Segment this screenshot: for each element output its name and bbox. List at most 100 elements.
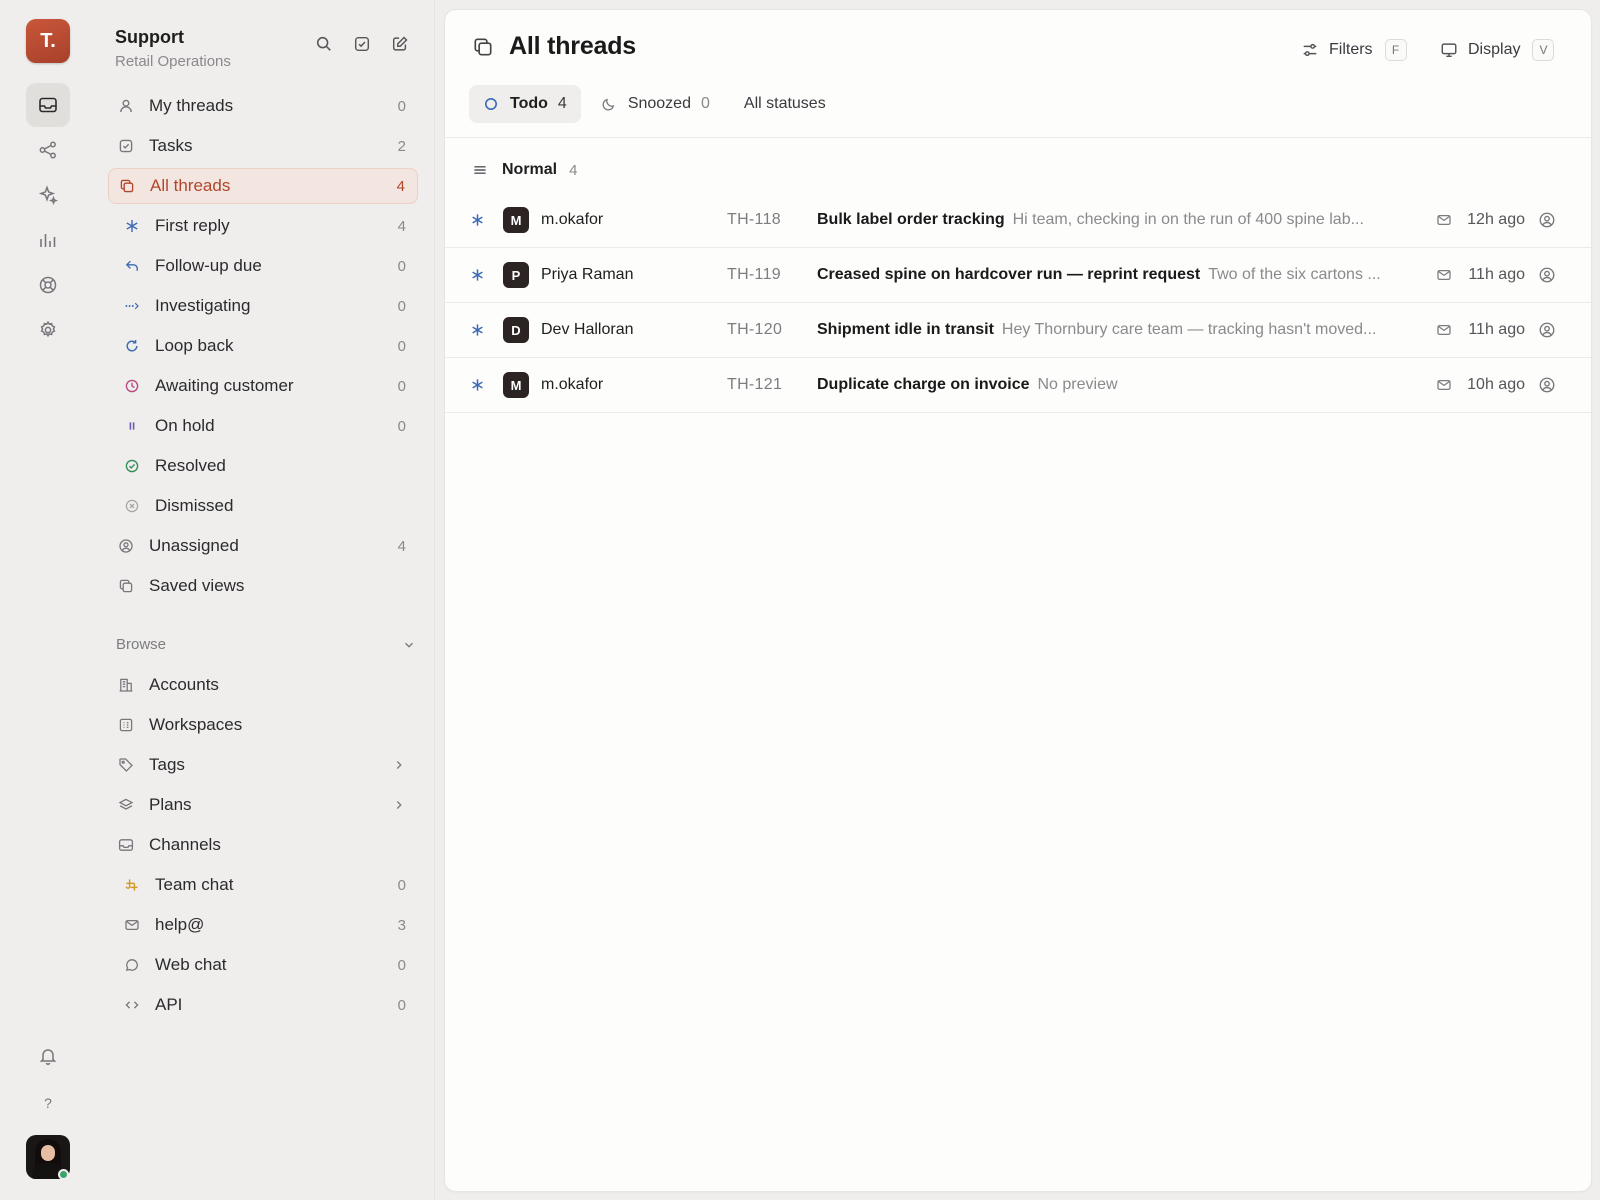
tab-todo[interactable]: Todo 4 [469,85,581,123]
layers-icon [116,795,136,815]
sidebar-item-tasks[interactable]: Tasks 2 [108,128,418,164]
page-title: All threads [509,32,636,60]
sidebar-item-first-reply[interactable]: First reply 4 [108,208,418,244]
tab-label: All statuses [743,95,826,112]
thread-row[interactable]: P Priya Raman TH-119 Creased spine on ha… [445,248,1591,303]
user-icon [116,96,136,116]
tab-all-statuses[interactable]: All statuses [730,85,840,123]
sidebar-item-plans[interactable]: Plans [108,787,418,823]
compose-icon[interactable] [390,34,410,54]
assignee-icon[interactable] [1538,321,1556,339]
thread-author: m.okafor [541,211,604,228]
priority-bars-icon [472,162,488,178]
assignee-icon[interactable] [1538,376,1556,394]
help-center-rail-button[interactable] [26,263,70,307]
slack-icon [122,875,142,895]
display-shortcut: V [1532,39,1555,61]
settings-rail-button[interactable] [26,308,70,352]
reports-rail-button[interactable] [26,218,70,262]
sidebar-item-count: 0 [397,297,406,315]
thread-subject-line: Shipment idle in transit Hey Thornbury ca… [817,321,1422,339]
filters-shortcut: F [1384,39,1407,61]
sidebar-item-channels[interactable]: Channels [108,827,418,863]
sidebar-item-label: Channels [149,835,221,854]
thread-id: TH-120 [727,321,783,338]
sidebar-item-resolved[interactable]: Resolved [108,448,418,484]
sidebar-item-label: My threads [149,96,234,115]
sidebar-item-on-hold[interactable]: On hold 0 [108,408,418,444]
sidebar-item-label: Follow-up due [155,256,262,275]
presence-indicator [58,1169,69,1180]
sidebar-item-label: Resolved [155,456,226,475]
author-avatar: D [503,317,529,343]
sidebar-item-my-threads[interactable]: My threads 0 [108,88,418,124]
sidebar-item-help-email[interactable]: help@ 3 [108,907,418,943]
sidebar-item-loop-back[interactable]: Loop back 0 [108,328,418,364]
threads-icon [472,36,494,58]
sidebar-item-dismissed[interactable]: Dismissed [108,488,418,524]
status-tabs: Todo 4 Snoozed 0 All statuses [469,85,846,123]
sidebar-item-accounts[interactable]: Accounts [108,667,418,703]
share-rail-button[interactable] [26,128,70,172]
sidebar-item-label: Tasks [149,136,193,155]
thread-list: M m.okafor TH-118 Bulk label order track… [445,193,1591,413]
chat-bubble-icon [122,955,142,975]
sidebar-item-count: 2 [397,137,406,155]
thread-id: TH-118 [727,211,781,228]
sidebar-item-api[interactable]: API 0 [108,987,418,1023]
sidebar-item-label: Awaiting customer [155,376,294,395]
sidebar-item-team-chat[interactable]: Team chat 0 [108,867,418,903]
assignee-icon[interactable] [1538,211,1556,229]
filters-button[interactable]: Filters F [1301,38,1407,62]
search-icon[interactable] [314,34,334,54]
task-check-icon[interactable] [352,34,372,54]
sidebar-item-count: 0 [397,996,406,1014]
mail-icon [122,915,142,935]
workspace-name[interactable]: Support [115,27,184,48]
sidebar-item-all-threads[interactable]: All threads 4 [108,168,418,204]
tag-icon [116,755,136,775]
sidebar-item-unassigned[interactable]: Unassigned 4 [108,528,418,564]
sidebar-item-web-chat[interactable]: Web chat 0 [108,947,418,983]
filters-label: Filters [1329,41,1373,58]
sidebar-item-saved-views[interactable]: Saved views [108,568,418,604]
org-logo[interactable]: T. [26,19,70,63]
sidebar-item-tags[interactable]: Tags [108,747,418,783]
mail-icon [1436,267,1452,283]
asterisk-icon [470,213,485,228]
thread-subject: Creased spine on hardcover run — reprint… [817,266,1201,283]
thread-time: 11h ago [1468,266,1525,283]
notifications-rail-button[interactable] [26,1034,70,1078]
header-divider [445,137,1591,138]
sidebar-item-awaiting-customer[interactable]: Awaiting customer 0 [108,368,418,404]
sidebar: Support Retail Operations My threads 0 T… [96,0,435,1200]
chevron-right-icon [392,758,406,772]
sidebar-item-workspaces[interactable]: Workspaces [108,707,418,743]
app-rail: T. ? [0,0,96,1200]
inbox-rail-button[interactable] [26,83,70,127]
tab-snoozed[interactable]: Snoozed 0 [587,85,724,123]
assignee-icon[interactable] [1538,266,1556,284]
sidebar-item-count: 0 [397,257,406,275]
sidebar-item-count: 4 [397,217,406,235]
thread-subject-line: Bulk label order tracking Hi team, checki… [817,211,1422,229]
help-button[interactable]: ? [26,1090,70,1116]
display-button[interactable]: Display V [1440,38,1555,62]
browse-section-toggle[interactable]: Browse [116,636,416,653]
mail-icon [1436,322,1452,338]
thread-author: Priya Raman [541,266,634,283]
sidebar-item-label: Plans [149,795,192,814]
sidebar-item-label: Unassigned [149,536,239,555]
thread-subject-line: Creased spine on hardcover run — reprint… [817,266,1422,284]
priority-group-header[interactable]: Normal 4 [472,150,577,190]
thread-preview: Hi team, checking in on the run of 400 s… [1012,211,1364,228]
lifebuoy-icon [38,275,58,295]
sidebar-item-label: API [155,995,183,1014]
thread-time: 12h ago [1467,211,1525,228]
sidebar-item-investigating[interactable]: Investigating 0 [108,288,418,324]
thread-row[interactable]: M m.okafor TH-121 Duplicate charge on in… [445,358,1591,413]
thread-row[interactable]: D Dev Halloran TH-120 Shipment idle in t… [445,303,1591,358]
thread-row[interactable]: M m.okafor TH-118 Bulk label order track… [445,193,1591,248]
sidebar-item-follow-up-due[interactable]: Follow-up due 0 [108,248,418,284]
ai-rail-button[interactable] [26,173,70,217]
